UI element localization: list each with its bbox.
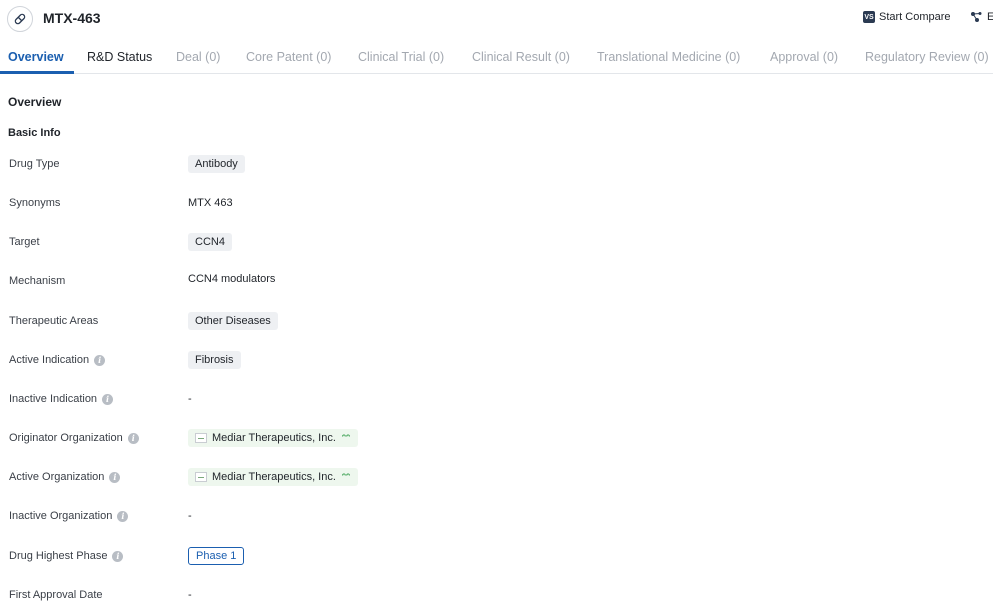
tab-bar: Overview R&D Status Deal (0) Core Patent… [0, 42, 993, 74]
org-link-icon: ᵔᵔ [342, 433, 350, 444]
organization-chip[interactable]: Mediar Therapeutics, Inc. ᵔᵔ [188, 429, 358, 447]
field-row-synonyms: Synonyms MTX 463 [0, 190, 993, 216]
page-title: MTX-463 [43, 10, 101, 26]
compare-icon: VS [863, 11, 875, 23]
active-tab-indicator [0, 71, 74, 74]
tab-deal[interactable]: Deal (0) [176, 50, 220, 64]
mechanism-value: CCN4 modulators [188, 273, 275, 285]
therapeutic-area-chip[interactable]: Other Diseases [188, 312, 278, 330]
info-icon[interactable]: i [102, 394, 113, 405]
network-label: E [987, 11, 993, 23]
tab-core-patent[interactable]: Core Patent (0) [246, 50, 331, 64]
tab-regulatory-review[interactable]: Regulatory Review (0) [865, 50, 989, 64]
field-label: Synonyms [9, 197, 60, 209]
field-label: Inactive Organizationi [9, 510, 128, 522]
inactive-indication-value: - [188, 393, 192, 405]
section-title: Overview [8, 95, 61, 109]
field-row-active-org: Active Organizationi Mediar Therapeutics… [0, 464, 993, 490]
field-row-active-indication: Active Indicationi Fibrosis [0, 347, 993, 373]
field-row-first-approval-date: First Approval Date - [0, 582, 993, 604]
field-row-mechanism: Mechanism CCN4 modulators [0, 266, 993, 292]
field-label: First Approval Date [9, 589, 103, 601]
info-icon[interactable]: i [117, 511, 128, 522]
inactive-org-value: - [188, 510, 192, 522]
organization-name: Mediar Therapeutics, Inc. [212, 432, 336, 444]
field-label: Mechanism [9, 275, 65, 287]
start-compare-button[interactable]: VS Start Compare [863, 11, 951, 23]
network-button[interactable]: E [970, 11, 993, 23]
tab-approval[interactable]: Approval (0) [770, 50, 838, 64]
field-label: Active Indicationi [9, 354, 105, 366]
field-label: Therapeutic Areas [9, 315, 98, 327]
organization-chip[interactable]: Mediar Therapeutics, Inc. ᵔᵔ [188, 468, 358, 486]
field-label: Drug Highest Phasei [9, 550, 123, 562]
org-logo-icon [195, 472, 207, 482]
field-row-highest-phase: Drug Highest Phasei Phase 1 [0, 543, 993, 569]
info-icon[interactable]: i [94, 355, 105, 366]
target-chip[interactable]: CCN4 [188, 233, 232, 251]
phase-badge[interactable]: Phase 1 [188, 547, 244, 565]
field-row-originator-org: Originator Organizationi Mediar Therapeu… [0, 425, 993, 451]
field-label: Drug Type [9, 158, 60, 170]
info-icon[interactable]: i [128, 433, 139, 444]
first-approval-date-value: - [188, 589, 192, 601]
tab-translational-medicine[interactable]: Translational Medicine (0) [597, 50, 740, 64]
field-row-therapeutic-areas: Therapeutic Areas Other Diseases [0, 308, 993, 334]
compare-label: Start Compare [879, 11, 951, 23]
field-label: Active Organizationi [9, 471, 120, 483]
network-icon [970, 11, 984, 23]
indication-chip[interactable]: Fibrosis [188, 351, 241, 369]
drug-type-chip[interactable]: Antibody [188, 155, 245, 173]
org-logo-icon [195, 433, 207, 443]
field-label: Inactive Indicationi [9, 393, 113, 405]
tab-clinical-result[interactable]: Clinical Result (0) [472, 50, 570, 64]
field-label: Originator Organizationi [9, 432, 139, 444]
tab-clinical-trial[interactable]: Clinical Trial (0) [358, 50, 444, 64]
org-link-icon: ᵔᵔ [342, 472, 350, 483]
group-title: Basic Info [8, 127, 61, 139]
field-row-target: Target CCN4 [0, 229, 993, 255]
info-icon[interactable]: i [112, 551, 123, 562]
field-row-inactive-indication: Inactive Indicationi - [0, 386, 993, 412]
info-icon[interactable]: i [109, 472, 120, 483]
tab-rd-status[interactable]: R&D Status [87, 50, 152, 64]
field-row-inactive-org: Inactive Organizationi - [0, 503, 993, 529]
field-row-drug-type: Drug Type Antibody [0, 151, 993, 177]
synonyms-value: MTX 463 [188, 197, 233, 209]
field-label: Target [9, 236, 40, 248]
pill-icon[interactable] [7, 6, 33, 32]
drug-header: MTX-463 VS Start Compare E [0, 0, 993, 40]
organization-name: Mediar Therapeutics, Inc. [212, 471, 336, 483]
tab-overview[interactable]: Overview [8, 50, 64, 64]
